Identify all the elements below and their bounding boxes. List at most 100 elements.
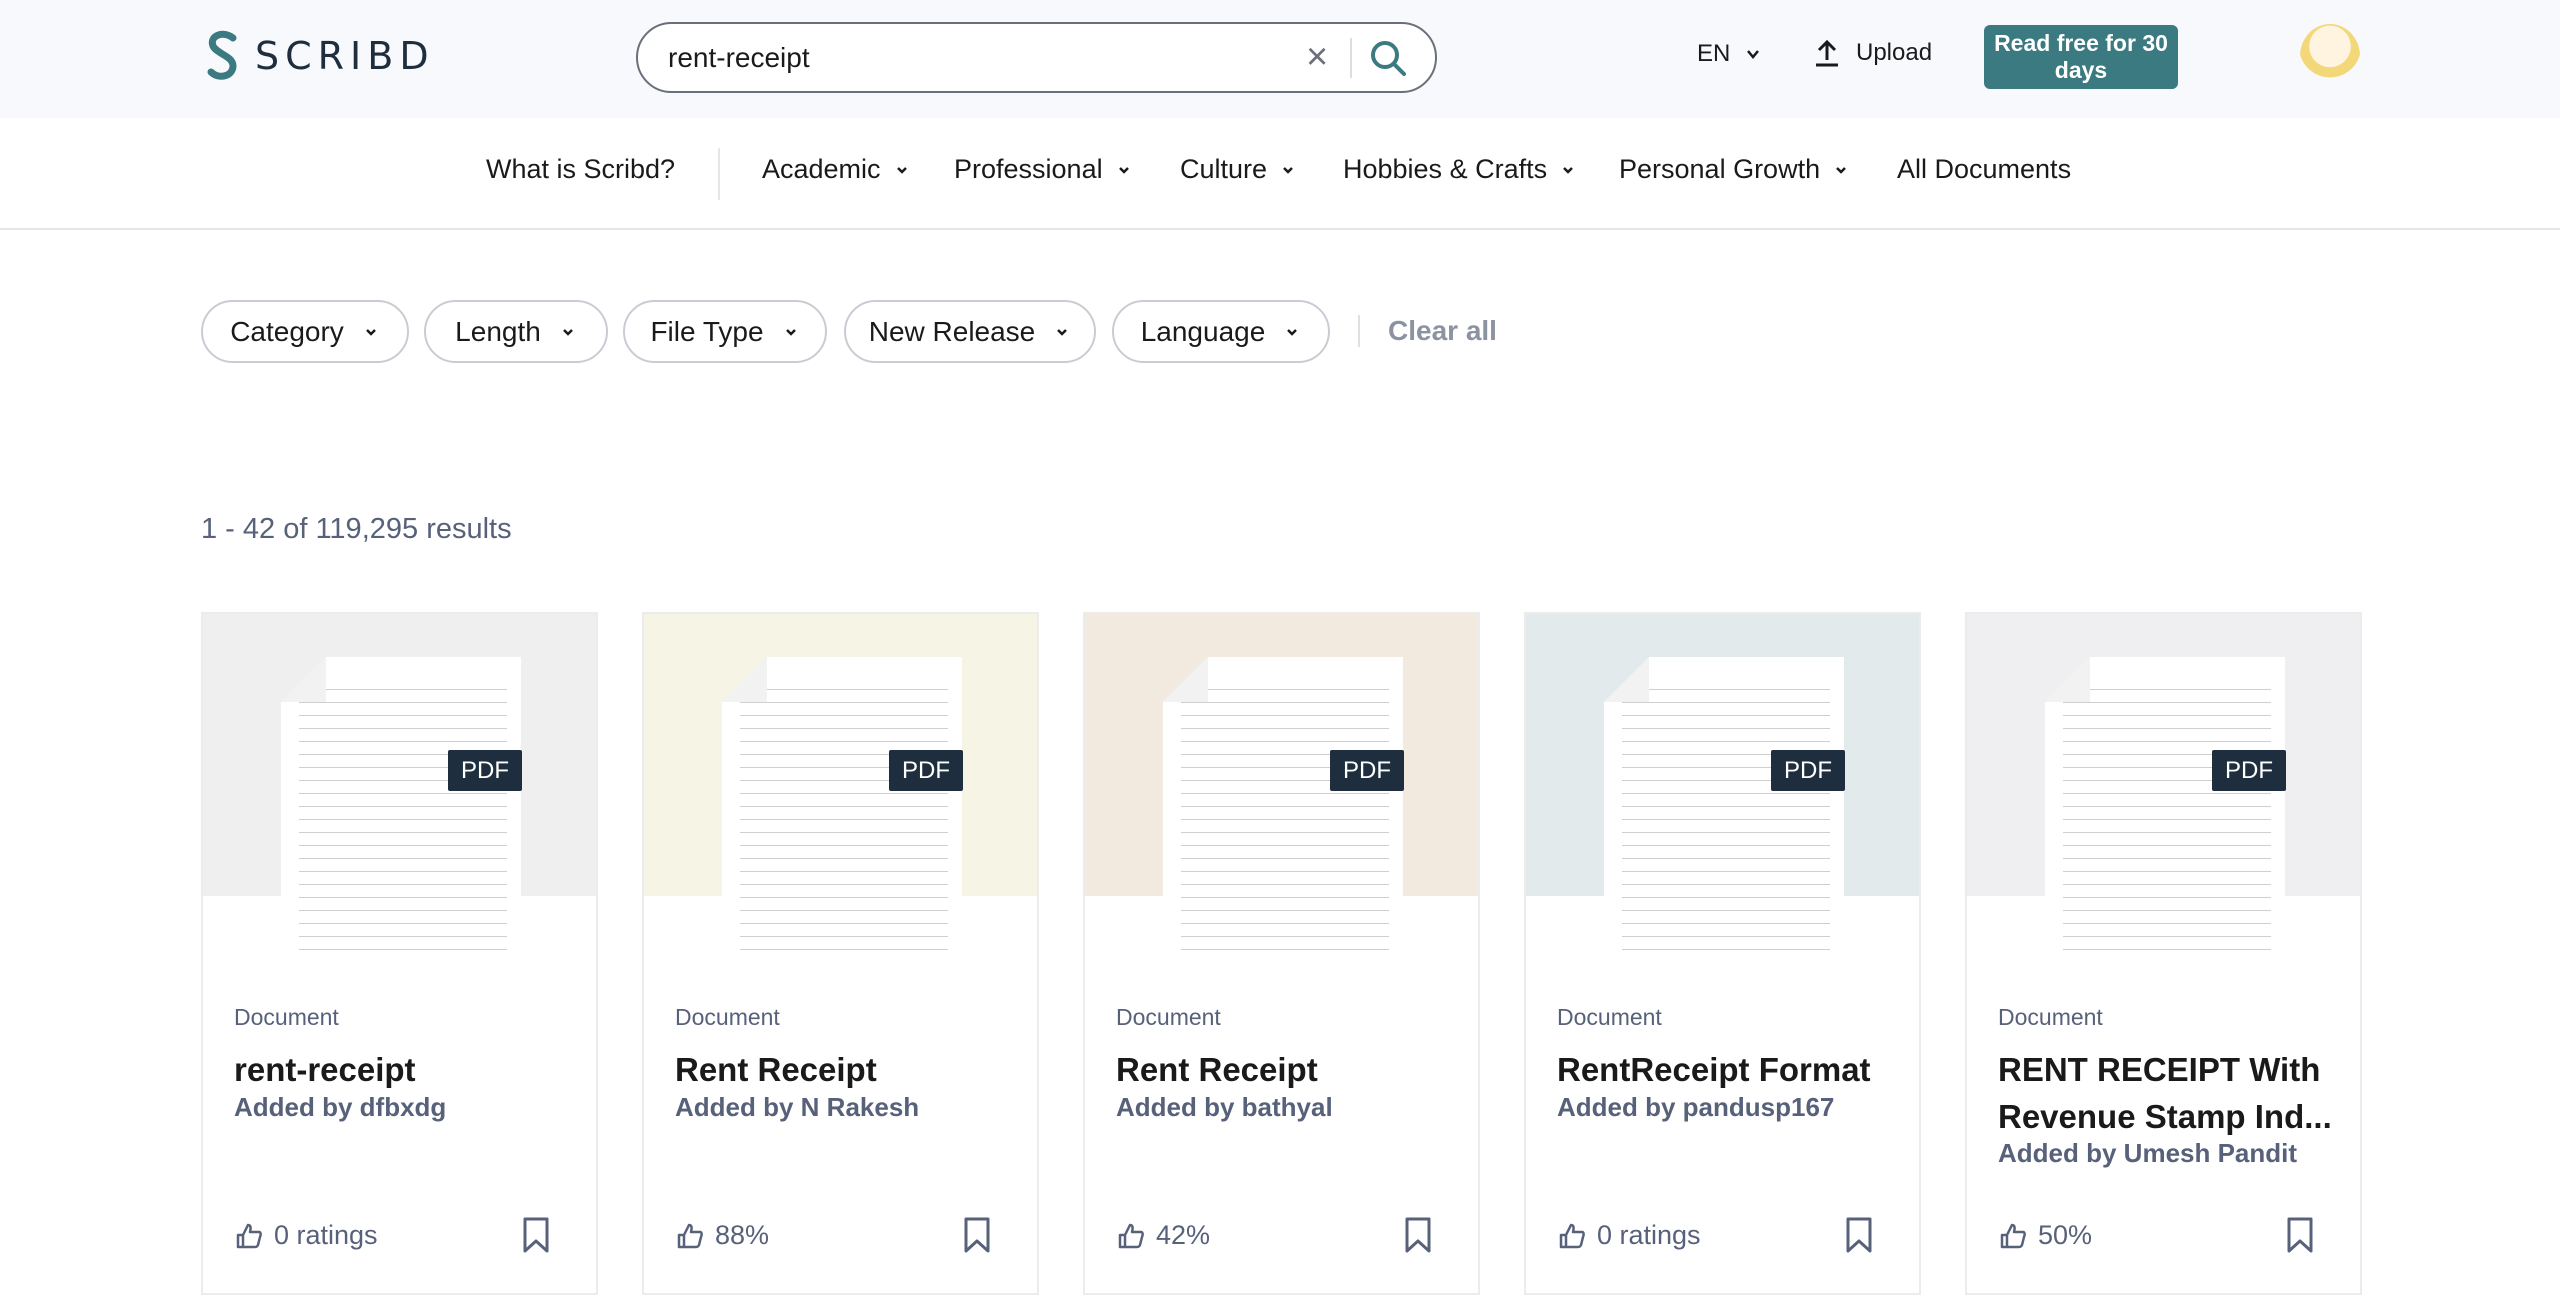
- nav-label: What is Scribd?: [486, 154, 676, 184]
- chevron-down-icon: [1836, 166, 1846, 174]
- page-fold: [2045, 657, 2090, 702]
- read-free-button[interactable]: Read free for 30 days: [1984, 25, 2178, 89]
- upload-button[interactable]: Upload: [1812, 38, 1932, 68]
- chevron-down-icon: [562, 328, 573, 336]
- search-divider: [1350, 38, 1352, 78]
- search-input[interactable]: [668, 38, 1308, 78]
- thumbnail-content: [2063, 677, 2271, 956]
- search-icon[interactable]: [1368, 38, 1408, 78]
- document-type: Document: [1998, 1004, 2103, 1030]
- scribd-logo[interactable]: SCRIBD: [205, 30, 435, 82]
- nav-label: Personal Growth: [1619, 154, 1821, 184]
- nav-academic[interactable]: Academic: [762, 154, 911, 185]
- nav-label: All Documents: [1897, 154, 2072, 184]
- clear-all-button[interactable]: Clear all: [1388, 315, 1497, 347]
- thumbs-up-icon: [236, 1223, 262, 1248]
- document-author[interactable]: Added by pandusp167: [1557, 1092, 1834, 1123]
- thumbnail-content: [1622, 677, 1830, 956]
- thumbs-up-icon: [1118, 1223, 1144, 1248]
- document-title[interactable]: rent-receipt: [234, 1046, 574, 1093]
- thumbs-up-icon: [1559, 1223, 1585, 1248]
- document-type: Document: [675, 1004, 780, 1030]
- bookmark-icon[interactable]: [1844, 1216, 1874, 1254]
- page-fold: [1604, 657, 1649, 702]
- nav-label: Culture: [1180, 154, 1268, 184]
- results-count: 1 - 42 of 119,295 results: [201, 513, 512, 545]
- filter-length[interactable]: Length: [424, 300, 608, 363]
- document-thumbnail[interactable]: [281, 657, 521, 970]
- document-author[interactable]: Added by Umesh Pandit: [1998, 1138, 2297, 1169]
- rating-value: 0 ratings: [274, 1220, 378, 1250]
- document-author[interactable]: Added by dfbxdg: [234, 1092, 446, 1123]
- document-thumbnail[interactable]: [722, 657, 962, 970]
- nav-divider: [718, 148, 720, 200]
- chevron-down-icon: [365, 328, 376, 336]
- avatar[interactable]: [2300, 24, 2360, 88]
- thumbs-up-icon: [677, 1223, 703, 1248]
- rating-value: 88%: [715, 1220, 770, 1250]
- clear-search-icon[interactable]: ×: [1306, 36, 1328, 79]
- document-thumbnail[interactable]: [1163, 657, 1403, 970]
- rating-value: 50%: [2038, 1220, 2093, 1250]
- chevron-down-icon: [1747, 50, 1760, 59]
- nav-personal-growth[interactable]: Personal Growth: [1619, 154, 1850, 185]
- rating: 0 ratings: [1557, 1220, 1701, 1251]
- filter-divider: [1358, 315, 1360, 347]
- nav-all-documents[interactable]: All Documents: [1897, 154, 2071, 185]
- document-type: Document: [1557, 1004, 1662, 1030]
- filter-label: Language: [1140, 315, 1266, 347]
- upload-label: Upload: [1856, 39, 1933, 66]
- document-title[interactable]: Rent Receipt: [675, 1046, 1015, 1093]
- bookmark-icon[interactable]: [521, 1216, 551, 1254]
- nav-hobbies-crafts[interactable]: Hobbies & Crafts: [1343, 154, 1577, 185]
- rating: 0 ratings: [234, 1220, 378, 1251]
- chevron-down-icon: [1287, 328, 1298, 336]
- nav-what-is-scribd[interactable]: What is Scribd?: [486, 154, 675, 185]
- filter-label: File Type: [650, 315, 764, 347]
- nav-label: Hobbies & Crafts: [1343, 154, 1548, 184]
- document-type: Document: [234, 1004, 339, 1030]
- document-thumbnail[interactable]: [2045, 657, 2285, 970]
- pdf-badge: PDF: [448, 750, 522, 791]
- thumbs-up-icon: [2000, 1223, 2026, 1248]
- language-selector[interactable]: EN: [1697, 40, 1762, 68]
- chevron-down-icon: [1283, 166, 1293, 174]
- filter-label: Length: [455, 315, 541, 347]
- document-card[interactable]: PDF Document rent-receipt Added by dfbxd…: [201, 612, 598, 1295]
- filter-category[interactable]: Category: [201, 300, 409, 363]
- header: SCRIBD × EN Upload Read free for 30 days: [0, 0, 2560, 118]
- page-fold: [722, 657, 767, 702]
- thumbnail-content: [740, 677, 948, 956]
- document-title[interactable]: Rent Receipt: [1116, 1046, 1456, 1093]
- document-card[interactable]: PDF Document RENT RECEIPT With Revenue S…: [1965, 612, 2362, 1295]
- document-author[interactable]: Added by bathyal: [1116, 1092, 1333, 1123]
- chevron-down-icon: [1563, 166, 1573, 174]
- bookmark-icon[interactable]: [962, 1216, 992, 1254]
- filter-language[interactable]: Language: [1112, 300, 1330, 363]
- bookmark-icon[interactable]: [2285, 1216, 2315, 1254]
- chevron-down-icon: [1057, 328, 1068, 336]
- nav-label: Academic: [762, 154, 881, 184]
- pdf-badge: PDF: [1330, 750, 1404, 791]
- document-type: Document: [1116, 1004, 1221, 1030]
- document-card[interactable]: PDF Document RentReceipt Format Added by…: [1524, 612, 1921, 1295]
- document-author[interactable]: Added by N Rakesh: [675, 1092, 919, 1123]
- thumbnail-content: [1181, 677, 1389, 956]
- document-card[interactable]: PDF Document Rent Receipt Added by bathy…: [1083, 612, 1480, 1295]
- nav-professional[interactable]: Professional: [954, 154, 1133, 185]
- filter-new-release[interactable]: New Release: [844, 300, 1096, 363]
- upload-icon: [1816, 39, 1838, 67]
- rating: 88%: [675, 1220, 769, 1251]
- nav-culture[interactable]: Culture: [1180, 154, 1297, 185]
- document-thumbnail[interactable]: [1604, 657, 1844, 970]
- bookmark-icon[interactable]: [1403, 1216, 1433, 1254]
- document-card[interactable]: PDF Document Rent Receipt Added by N Rak…: [642, 612, 1039, 1295]
- chevron-down-icon: [896, 166, 907, 174]
- document-title[interactable]: RENT RECEIPT With Revenue Stamp Ind...: [1998, 1046, 2338, 1140]
- page-fold: [1163, 657, 1208, 702]
- language-label: EN: [1697, 40, 1731, 67]
- filter-file-type[interactable]: File Type: [623, 300, 827, 363]
- document-title[interactable]: RentReceipt Format: [1557, 1046, 1897, 1093]
- search-bar[interactable]: ×: [636, 22, 1437, 93]
- filter-label: Category: [230, 315, 344, 347]
